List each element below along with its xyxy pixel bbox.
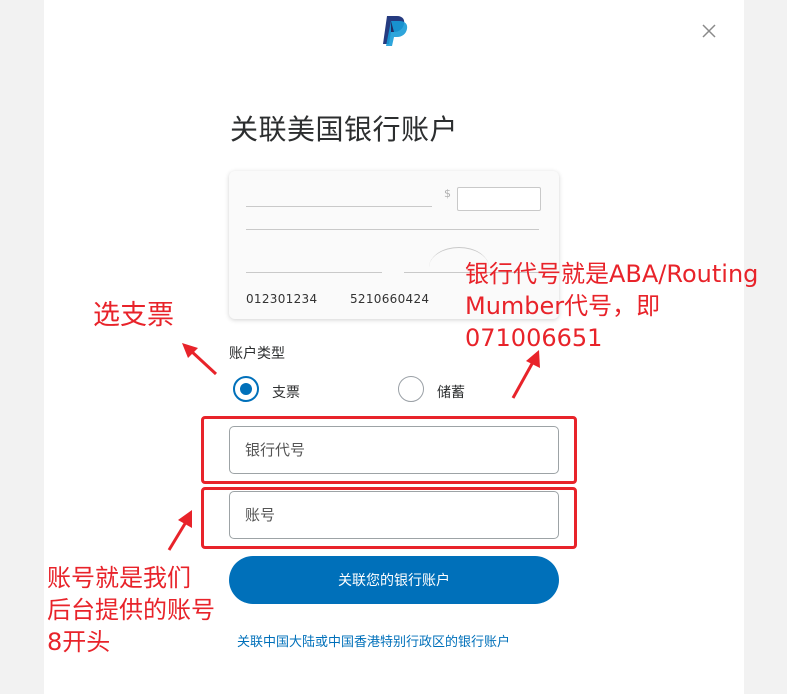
link-china-bank-account[interactable]: 关联中国大陆或中国香港特别行政区的银行账户 [237,631,510,650]
annotation-select-check: 选支票 [93,300,174,331]
arrow-to-routing-icon [511,350,540,399]
page-title: 关联美国银行账户 [230,113,459,146]
radio-savings-label[interactable]: 储蓄 [437,382,465,402]
annotation-account-line: 账号就是我们 [47,564,191,592]
account-type-label: 账户类型 [229,346,285,362]
check-account-number: 5210660424 [350,292,430,306]
arrow-to-account-icon [167,510,192,551]
paypal-logo-icon [383,16,408,46]
arrow-to-checking-icon [182,343,218,376]
check-line [246,206,432,207]
check-line [246,229,539,230]
annotation-routing-line: Mumber代号，即 [465,292,661,320]
check-line [246,272,382,273]
annotation-account-note: 账号就是我们 后台提供的账号 8开头 [47,562,215,658]
account-highlight-box [201,487,577,549]
page: 关联美国银行账户 $ 012301234 5210660424 账户类型 支票 … [0,0,787,694]
link-bank-account-button[interactable]: 关联您的银行账户 [229,556,559,604]
currency-symbol: $ [444,187,451,200]
annotation-routing-line: 银行代号就是ABA/Routing [465,260,759,288]
close-icon[interactable] [700,22,718,40]
annotation-account-line: 8开头 [47,628,111,656]
radio-savings[interactable] [398,376,424,402]
radio-checking-label[interactable]: 支票 [272,382,300,402]
routing-highlight-box [201,416,577,484]
annotation-account-line: 后台提供的账号 [47,596,215,624]
check-routing-number: 012301234 [246,292,318,306]
amount-box [457,187,541,211]
annotation-routing-note: 银行代号就是ABA/Routing Mumber代号，即 071006651 [465,258,758,354]
radio-checking[interactable] [233,376,259,402]
